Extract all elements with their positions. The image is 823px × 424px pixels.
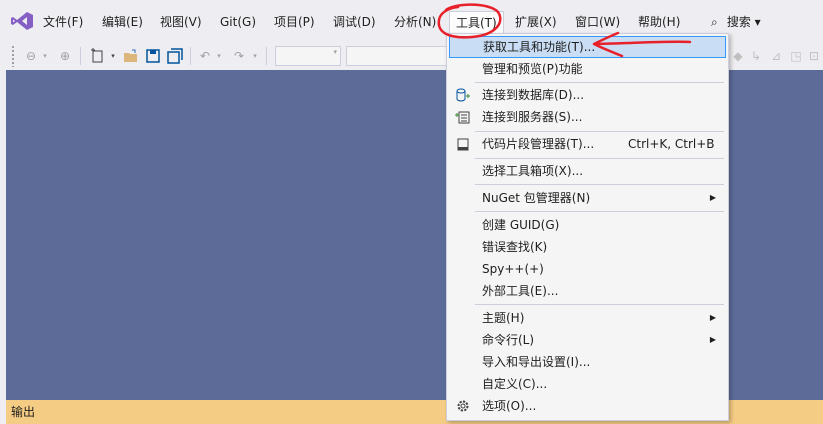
- toolbar-icon-faded[interactable]: ⊿: [768, 47, 784, 65]
- menu-item-shortcut: Ctrl+K, Ctrl+B: [628, 137, 715, 151]
- menu-separator: [475, 211, 724, 212]
- menu-edit[interactable]: 编辑(E): [96, 12, 149, 32]
- menu-separator: [475, 131, 724, 132]
- menu-item-label: 选项(O)...: [482, 399, 537, 413]
- menu-view[interactable]: 视图(V): [154, 12, 208, 32]
- menu-item-choose-toolbox-items[interactable]: 选择工具箱项(X)...: [449, 160, 726, 182]
- chevron-down-icon: ▾: [333, 48, 337, 56]
- gear-icon: [457, 400, 469, 412]
- menu-item-create-guid[interactable]: 创建 GUID(G): [449, 214, 726, 236]
- menu-item-label: 外部工具(E)...: [482, 284, 559, 298]
- menu-item-code-snippets-manager[interactable]: 代码片段管理器(T)... Ctrl+K, Ctrl+B: [449, 133, 726, 155]
- solution-configurations-combo[interactable]: ▾: [275, 46, 341, 66]
- visual-studio-logo-icon[interactable]: [10, 11, 34, 31]
- menu-item-theme[interactable]: 主题(H) ▶: [449, 307, 726, 329]
- menu-item-error-lookup[interactable]: 错误查找(K): [449, 236, 726, 258]
- open-folder-icon[interactable]: [121, 47, 141, 65]
- submenu-arrow-icon: ▶: [709, 335, 716, 344]
- toolbar-icon-faded[interactable]: ↳: [748, 47, 764, 65]
- menu-item-label: 代码片段管理器(T)...: [482, 137, 595, 151]
- menu-item-label: 自定义(C)...: [482, 377, 548, 391]
- new-project-icon[interactable]: [88, 47, 108, 65]
- tools-dropdown-menu: 获取工具和功能(T)... 管理和预览(P)功能 连接到数据库(D)... 连接…: [446, 33, 729, 421]
- search-button[interactable]: ⌕ 搜索 ▾: [705, 12, 767, 32]
- navigate-forward-icon[interactable]: ⊕: [56, 47, 74, 65]
- menu-item-label: 错误查找(K): [482, 240, 548, 254]
- toolbar-icon-faded[interactable]: ⊡: [806, 47, 822, 65]
- menu-item-label: 获取工具和功能(T)...: [483, 40, 596, 54]
- menu-item-import-export-settings[interactable]: 导入和导出设置(I)...: [449, 351, 726, 373]
- toolbar-separator: [266, 47, 267, 65]
- redo-icon[interactable]: ↷: [230, 47, 248, 65]
- submenu-arrow-icon: ▶: [709, 313, 716, 322]
- output-label: 输出: [11, 405, 36, 419]
- menu-separator: [475, 184, 724, 185]
- search-label: 搜索 ▾: [726, 15, 761, 29]
- menu-item-options[interactable]: 选项(O)...: [449, 395, 726, 417]
- menu-item-manage-preview-features[interactable]: 管理和预览(P)功能: [449, 58, 726, 80]
- annotation-arrow: [592, 31, 692, 58]
- menu-separator: [475, 158, 724, 159]
- menu-help[interactable]: 帮助(H): [632, 12, 686, 32]
- toolbar-separator: [80, 47, 81, 65]
- menu-extensions[interactable]: 扩展(X): [509, 12, 563, 32]
- menu-item-label: 连接到数据库(D)...: [482, 88, 585, 102]
- save-icon[interactable]: [143, 47, 163, 65]
- undo-dropdown-icon[interactable]: ▾: [214, 47, 224, 65]
- code-snippet-icon: [457, 138, 469, 151]
- menu-item-label: 导入和导出设置(I)...: [482, 355, 591, 369]
- new-dropdown-icon[interactable]: ▾: [108, 47, 118, 65]
- menu-item-external-tools[interactable]: 外部工具(E)...: [449, 280, 726, 302]
- solution-platforms-combo[interactable]: [346, 46, 448, 66]
- menu-debug[interactable]: 调试(D): [327, 12, 382, 32]
- menu-item-label: NuGet 包管理器(N): [482, 191, 591, 205]
- menu-separator: [475, 82, 724, 83]
- database-connect-icon: [456, 88, 470, 102]
- toolbar-icon-faded[interactable]: ◆: [730, 47, 746, 65]
- menu-item-label: 命令行(L): [482, 333, 535, 347]
- menu-item-spy-plus-plus[interactable]: Spy++(+): [449, 258, 726, 280]
- search-icon: ⌕: [711, 15, 718, 29]
- menu-item-label: Spy++(+): [482, 262, 544, 276]
- submenu-arrow-icon: ▶: [709, 193, 716, 202]
- navigate-back-icon[interactable]: ⊖: [22, 47, 40, 65]
- toolbar-icon-faded[interactable]: ◳: [788, 47, 804, 65]
- menu-item-connect-server[interactable]: 连接到服务器(S)...: [449, 106, 726, 128]
- menu-item-label: 管理和预览(P)功能: [482, 62, 583, 76]
- menu-item-label: 主题(H): [482, 311, 525, 325]
- menu-project[interactable]: 项目(P): [268, 12, 321, 32]
- menu-item-label: 创建 GUID(G): [482, 218, 560, 232]
- server-connect-icon: [455, 111, 470, 124]
- menu-item-label: 选择工具箱项(X)...: [482, 164, 584, 178]
- menu-item-label: 连接到服务器(S)...: [482, 110, 583, 124]
- save-all-icon[interactable]: [165, 47, 185, 65]
- toolbar-grip[interactable]: [11, 45, 15, 67]
- menu-item-customize[interactable]: 自定义(C)...: [449, 373, 726, 395]
- menu-item-command-line[interactable]: 命令行(L) ▶: [449, 329, 726, 351]
- menu-separator: [475, 304, 724, 305]
- back-dropdown-icon[interactable]: ▾: [40, 47, 50, 65]
- annotation-circle: [437, 3, 502, 39]
- redo-dropdown-icon[interactable]: ▾: [250, 47, 260, 65]
- toolbar-separator: [190, 47, 191, 65]
- menu-item-connect-database[interactable]: 连接到数据库(D)...: [449, 84, 726, 106]
- undo-icon[interactable]: ↶: [196, 47, 214, 65]
- menu-item-nuget-package-manager[interactable]: NuGet 包管理器(N) ▶: [449, 187, 726, 209]
- menu-window[interactable]: 窗口(W): [569, 12, 626, 32]
- menu-git[interactable]: Git(G): [214, 12, 262, 32]
- menu-file[interactable]: 文件(F): [37, 12, 89, 32]
